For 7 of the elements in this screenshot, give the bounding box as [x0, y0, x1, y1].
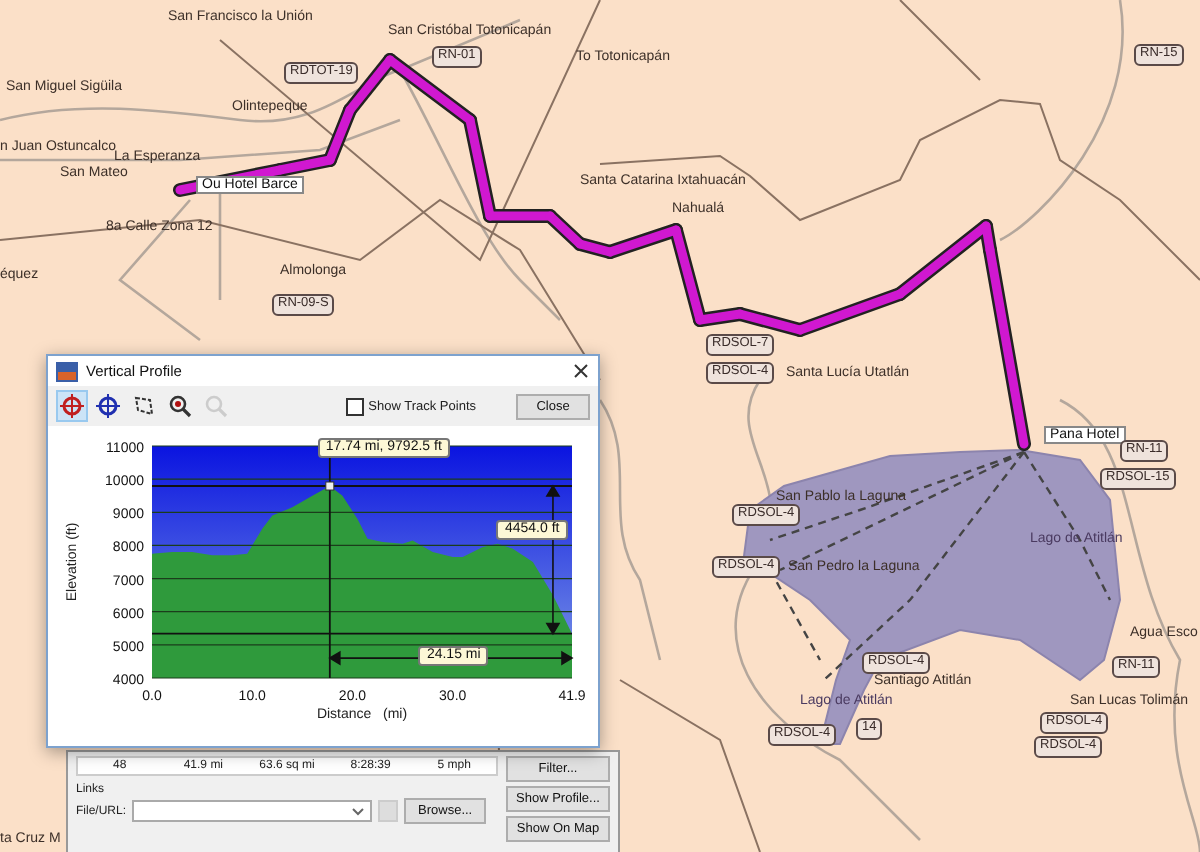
- chevron-down-icon: [352, 808, 365, 816]
- profile-app-icon: [56, 361, 78, 381]
- zoom-in-icon[interactable]: [164, 390, 196, 422]
- peak-marker: [325, 481, 335, 491]
- crosshair-icon[interactable]: [92, 390, 124, 422]
- close-icon[interactable]: [574, 364, 588, 378]
- crosshair-icon[interactable]: [56, 390, 88, 422]
